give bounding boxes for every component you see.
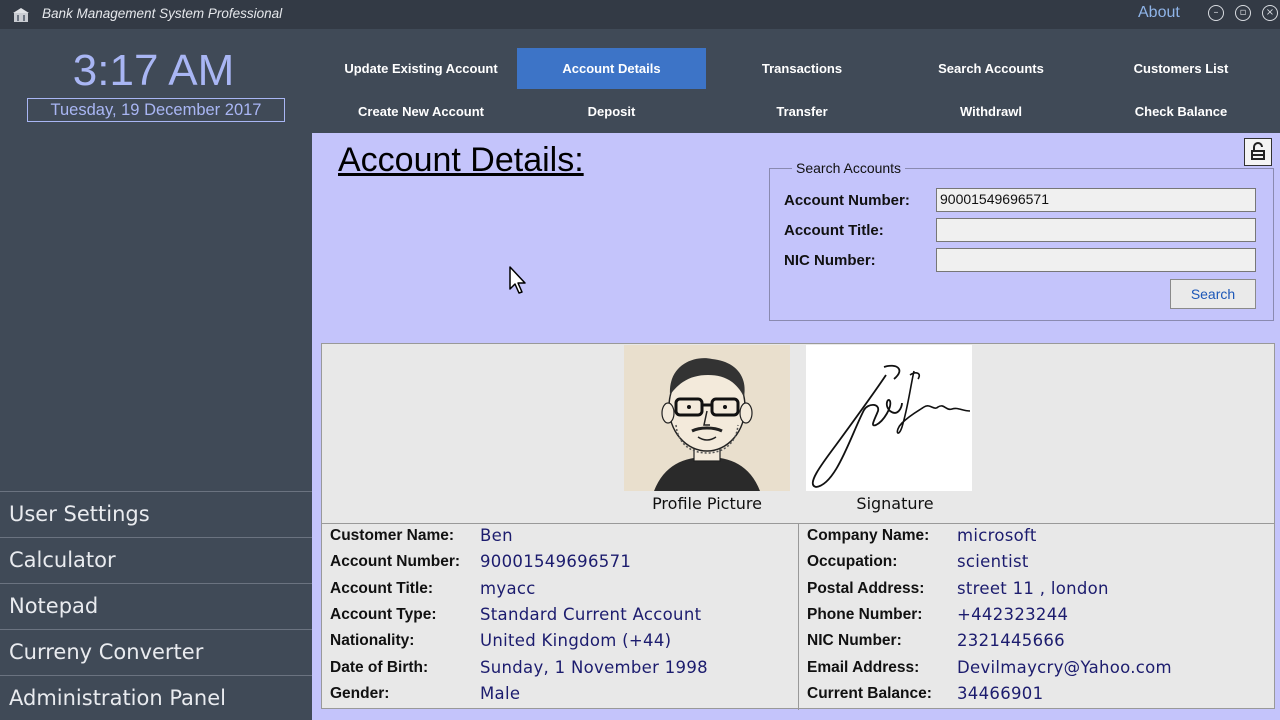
account-info-table: Customer Name: Ben Account Number: 90001… <box>322 523 1274 710</box>
info-row: Customer Name: Ben <box>322 524 798 550</box>
email-address-label: Email Address: <box>807 659 920 676</box>
nav-deposit[interactable]: Deposit <box>517 91 706 132</box>
nav-customers-list[interactable]: Customers List <box>1086 48 1276 89</box>
account-title-label: Account Title: <box>784 222 884 239</box>
signature-image <box>806 345 972 491</box>
postal-address-value: street 11 , london <box>957 579 1109 598</box>
info-row: Email Address: Devilmaycry@Yahoo.com <box>799 656 1275 682</box>
info-row: Account Number: 90001549696571 <box>322 550 798 576</box>
nic-number-value: 2321445666 <box>957 631 1065 650</box>
info-row: Date of Birth: Sunday, 1 November 1998 <box>322 656 798 682</box>
signature-caption: Signature <box>856 494 934 513</box>
email-address-value: Devilmaycry@Yahoo.com <box>957 658 1172 677</box>
nic-number-label: NIC Number: <box>784 252 876 269</box>
account-details-panel: Profile Picture Signature Customer Name:… <box>321 343 1275 710</box>
nationality-value: United Kingdom (+44) <box>480 631 672 650</box>
date-of-birth-value: Sunday, 1 November 1998 <box>480 658 708 677</box>
nic-number-input[interactable] <box>936 248 1256 272</box>
maximize-icon[interactable]: ▫ <box>1235 5 1251 21</box>
account-title-label: Account Title: <box>330 580 434 597</box>
clock-time: 3:17 AM <box>72 46 235 95</box>
info-row: Account Type: Standard Current Account <box>322 603 798 629</box>
account-type-value: Standard Current Account <box>480 605 702 624</box>
info-row: Phone Number: +442323244 <box>799 603 1275 629</box>
nav-account-details[interactable]: Account Details <box>517 48 706 89</box>
nic-number-label: NIC Number: <box>807 632 902 649</box>
nav-transactions[interactable]: Transactions <box>707 48 897 89</box>
profile-picture-caption: Profile Picture <box>652 494 762 513</box>
sidebar: 3:17 AM Tuesday, 19 December 2017 User S… <box>0 29 312 720</box>
nav-check-balance[interactable]: Check Balance <box>1086 91 1276 132</box>
app-title: Bank Management System Professional <box>42 6 283 21</box>
info-row: Current Balance: 34466901 <box>799 682 1275 708</box>
info-row: Gender: Male <box>322 682 798 708</box>
sidebar-item-currency-converter[interactable]: Curreny Converter <box>0 629 312 675</box>
occupation-label: Occupation: <box>807 553 898 570</box>
date-of-birth-label: Date of Birth: <box>330 659 429 676</box>
lock-icon <box>1251 142 1265 160</box>
nav-update-existing-account[interactable]: Update Existing Account <box>326 48 516 89</box>
mouse-cursor-icon <box>509 266 526 294</box>
current-balance-label: Current Balance: <box>807 685 932 702</box>
account-number-label: Account Number: <box>330 553 461 570</box>
current-balance-value: 34466901 <box>957 684 1044 703</box>
lock-button[interactable] <box>1244 138 1272 166</box>
company-name-label: Company Name: <box>807 527 930 544</box>
sidebar-item-user-settings[interactable]: User Settings <box>0 491 312 537</box>
account-number-value: 90001549696571 <box>480 552 632 571</box>
main-content: Account Details: Search Accounts Account… <box>312 133 1280 720</box>
nationality-label: Nationality: <box>330 632 415 649</box>
company-name-value: microsoft <box>957 526 1037 545</box>
nav-search-accounts[interactable]: Search Accounts <box>896 48 1086 89</box>
profile-picture <box>624 345 790 491</box>
info-row: Occupation: scientist <box>799 550 1275 576</box>
side-menu: User Settings Calculator Notepad Curreny… <box>0 491 312 720</box>
info-row: Company Name: microsoft <box>799 524 1275 550</box>
search-button[interactable]: Search <box>1170 279 1256 309</box>
close-icon[interactable]: × <box>1262 5 1278 21</box>
nav-withdrawl[interactable]: Withdrawl <box>896 91 1086 132</box>
clock-date: Tuesday, 19 December 2017 <box>27 98 285 122</box>
sidebar-item-notepad[interactable]: Notepad <box>0 583 312 629</box>
about-link[interactable]: About <box>1138 4 1180 22</box>
info-row: Nationality: United Kingdom (+44) <box>322 629 798 655</box>
account-title-input[interactable] <box>936 218 1256 242</box>
account-number-label: Account Number: <box>784 192 910 209</box>
phone-number-value: +442323244 <box>957 605 1069 624</box>
account-type-label: Account Type: <box>330 606 437 623</box>
search-group-legend: Search Accounts <box>792 160 906 176</box>
phone-number-label: Phone Number: <box>807 606 923 623</box>
top-navigation: Update Existing Account Account Details … <box>312 29 1280 133</box>
account-title-value: myacc <box>480 579 536 598</box>
app-logo-icon <box>13 8 29 22</box>
info-row: NIC Number: 2321445666 <box>799 629 1275 655</box>
search-accounts-group: Search Accounts Account Number: 90001549… <box>769 160 1274 321</box>
info-row: Postal Address: street 11 , london <box>799 577 1275 603</box>
minimize-icon[interactable]: – <box>1208 5 1224 21</box>
nav-transfer[interactable]: Transfer <box>707 91 897 132</box>
page-title: Account Details: <box>338 141 584 179</box>
sidebar-item-administration-panel[interactable]: Administration Panel <box>0 675 312 720</box>
account-number-input[interactable]: 90001549696571 <box>936 188 1256 212</box>
sidebar-item-calculator[interactable]: Calculator <box>0 537 312 583</box>
title-bar: Bank Management System Professional Abou… <box>0 0 1280 29</box>
info-column-right: Company Name: microsoft Occupation: scie… <box>798 524 1274 710</box>
postal-address-label: Postal Address: <box>807 580 925 597</box>
info-row: Account Title: myacc <box>322 577 798 603</box>
occupation-value: scientist <box>957 552 1029 571</box>
gender-value: Male <box>480 684 521 703</box>
gender-label: Gender: <box>330 685 390 702</box>
customer-name-label: Customer Name: <box>330 527 455 544</box>
nav-create-new-account[interactable]: Create New Account <box>326 91 516 132</box>
customer-name-value: Ben <box>480 526 513 545</box>
info-column-left: Customer Name: Ben Account Number: 90001… <box>322 524 798 710</box>
